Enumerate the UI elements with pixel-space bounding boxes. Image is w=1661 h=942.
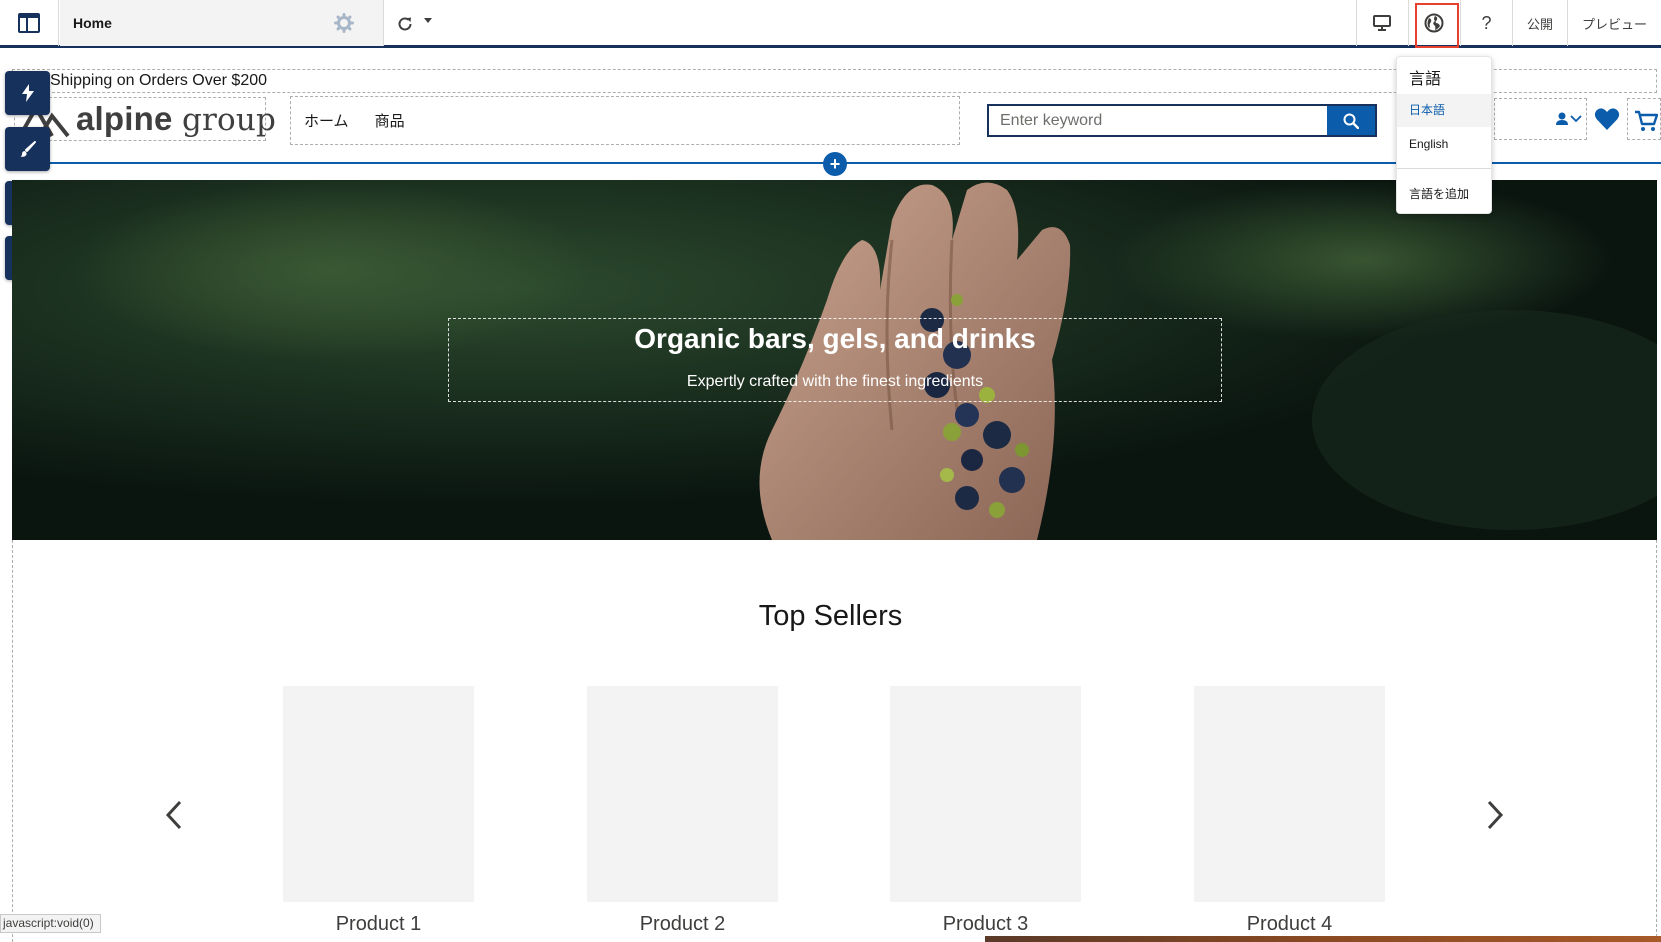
components-panel-button[interactable]: [5, 71, 50, 115]
hero-banner[interactable]: Organic bars, gels, and drinks Expertly …: [12, 180, 1657, 540]
brush-icon: [20, 141, 36, 157]
theme-panel-button[interactable]: [5, 127, 50, 171]
logo-wordmark: alpine group: [76, 100, 277, 138]
app-launcher-button[interactable]: [0, 0, 59, 46]
hero-title: Organic bars, gels, and drinks: [634, 323, 1036, 354]
add-component-button[interactable]: +: [823, 152, 847, 176]
search-bar: [987, 104, 1377, 137]
refresh-button[interactable]: [393, 12, 417, 36]
lightning-icon: [21, 84, 34, 102]
product-name: Product 4: [1246, 913, 1333, 935]
product-name: Product 1: [335, 913, 422, 935]
carousel-next-icon[interactable]: [1485, 799, 1505, 831]
product-name: Product 3: [942, 913, 1029, 935]
language-dropdown-header: 言語: [1409, 71, 1442, 88]
nav-item-home[interactable]: ホーム: [304, 110, 349, 131]
product-image: [890, 686, 1081, 902]
product-card[interactable]: Product 4: [1194, 686, 1385, 936]
dropdown-divider: [1397, 168, 1491, 169]
product-name: Product 2: [639, 913, 726, 935]
language-option-japanese[interactable]: 日本語: [1397, 94, 1491, 127]
page-settings-gear-icon[interactable]: [334, 13, 354, 33]
product-card[interactable]: Product 2: [587, 686, 778, 936]
layout-icon: [18, 13, 40, 33]
announcement-text: Shipping on Orders Over $200: [50, 72, 268, 89]
chevron-down-icon[interactable]: [423, 15, 433, 25]
language-option-english[interactable]: English: [1397, 128, 1491, 161]
language-button[interactable]: [1407, 0, 1460, 48]
help-button[interactable]: ?: [1459, 0, 1512, 46]
toolbar-actions: ? 公開 プレビュー: [1355, 0, 1661, 48]
product-image: [587, 686, 778, 902]
site-logo[interactable]: alpine group: [14, 97, 276, 141]
hero-subtitle: Expertly crafted with the finest ingredi…: [686, 373, 984, 390]
page-selector[interactable]: Home: [60, 0, 432, 46]
search-icon: [1343, 113, 1359, 129]
page-name: Home: [73, 15, 112, 31]
builder-toolbar: Home ? 公開 プレビュー: [0, 0, 1661, 48]
search-button[interactable]: [1327, 106, 1375, 135]
search-input[interactable]: [989, 106, 1327, 135]
product-image: [283, 686, 474, 902]
carousel-prev-icon[interactable]: [164, 799, 184, 831]
hero-text-block[interactable]: Organic bars, gels, and drinks Expertly …: [448, 318, 1222, 402]
desktop-icon: [1373, 15, 1392, 31]
refresh-icon: [398, 17, 412, 31]
device-preview-button[interactable]: [1355, 0, 1408, 46]
heart-icon[interactable]: [1594, 107, 1620, 131]
main-navigation: ホーム 商品: [290, 96, 960, 145]
user-icon: [1556, 112, 1582, 125]
cart-icon: [1635, 110, 1658, 131]
product-card[interactable]: Product 3: [890, 686, 1081, 936]
publish-button[interactable]: 公開: [1511, 0, 1567, 46]
cart-button[interactable]: [1627, 98, 1661, 140]
language-dropdown: 言語 日本語 English 言語を追加: [1396, 56, 1492, 214]
page-bottom-image-strip: [985, 936, 1661, 942]
product-image: [1194, 686, 1385, 902]
add-language-option[interactable]: 言語を追加: [1397, 178, 1491, 211]
top-sellers-title: Top Sellers: [758, 600, 903, 632]
product-card[interactable]: Product 1: [283, 686, 474, 936]
browser-status-bar: javascript:void(0): [0, 914, 101, 933]
user-menu[interactable]: [1494, 98, 1587, 140]
language-button-highlight: [1414, 3, 1459, 48]
nav-item-products[interactable]: 商品: [375, 110, 405, 131]
preview-button[interactable]: プレビュー: [1566, 0, 1661, 46]
